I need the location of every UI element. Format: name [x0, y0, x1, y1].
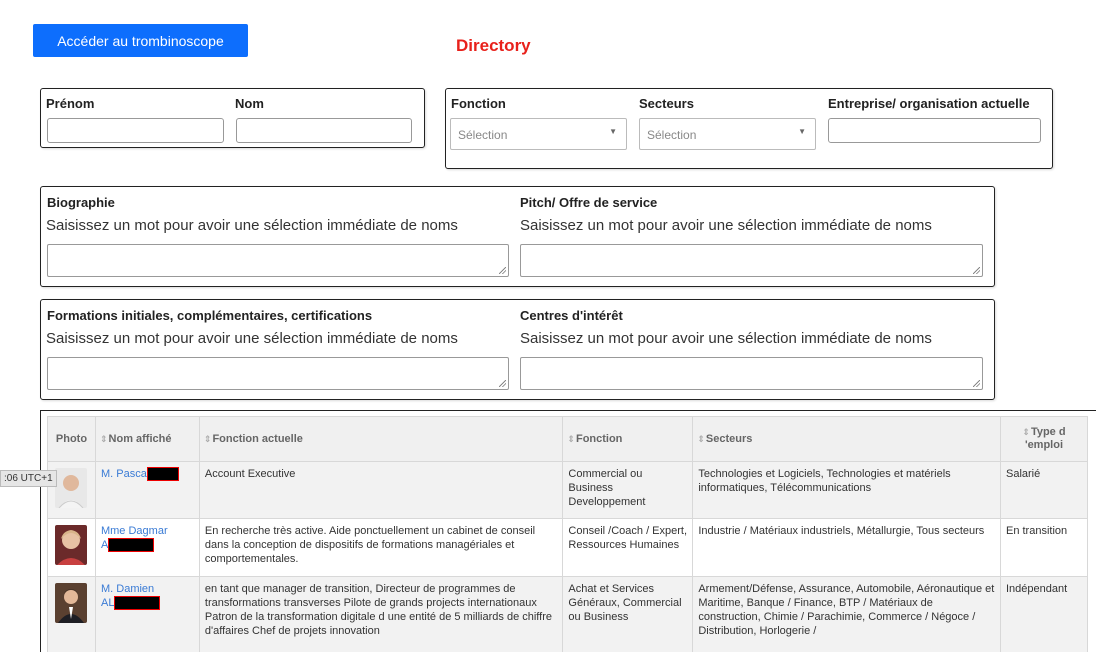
type-cell: Salarié	[999, 461, 1089, 519]
avatar[interactable]	[55, 468, 87, 509]
nom-input[interactable]	[236, 118, 412, 143]
name-link[interactable]: Mme Dagmar	[101, 525, 168, 537]
avatar[interactable]	[55, 583, 87, 623]
table-row[interactable]: M. Pasca Account Executive Commercial ou…	[47, 461, 1089, 519]
name-link-line2[interactable]: AL	[101, 597, 114, 609]
pitch-hint: Saisissez un mot pour avoir une sélectio…	[520, 217, 932, 234]
redaction-box	[114, 596, 161, 611]
secteurs-select[interactable]: Sélection ▼	[639, 118, 816, 150]
fonction-select-placeholder: Sélection	[458, 128, 508, 142]
redaction-box	[146, 467, 179, 482]
chevron-down-icon: ▼	[609, 127, 617, 136]
centres-label: Centres d'intérêt	[520, 308, 623, 323]
fonction-cell: Commercial ou Business Developpement	[562, 461, 694, 519]
col-header-fonction[interactable]: ⇕Fonction	[562, 416, 694, 462]
bio-filter-box: Biographie Pitch/ Offre de service Saisi…	[40, 186, 995, 287]
photo-cell	[47, 576, 96, 652]
sort-icon: ⇕	[99, 434, 108, 444]
prenom-label: Prénom	[46, 96, 95, 111]
name-link-line2[interactable]: A	[101, 539, 108, 551]
formations-textarea[interactable]	[47, 357, 509, 390]
secteurs-select-placeholder: Sélection	[647, 128, 697, 142]
col-header-secteurs[interactable]: ⇕Secteurs	[692, 416, 1001, 462]
name-cell[interactable]: M. Damien AL	[94, 576, 200, 652]
formations-label: Formations initiales, complémentaires, c…	[47, 308, 373, 323]
biographie-hint: Saisissez un mot pour avoir une sélectio…	[46, 217, 458, 234]
sort-icon: ⇕	[1022, 427, 1030, 437]
name-link[interactable]: M. Damien	[101, 583, 154, 595]
function-filter-box: Fonction Secteurs Entreprise/ organisati…	[445, 88, 1053, 169]
name-link[interactable]: M. Pasca	[101, 468, 147, 480]
photo-cell	[47, 518, 96, 577]
training-filter-box: Formations initiales, complémentaires, c…	[40, 299, 995, 400]
timestamp-tooltip: :06 UTC+1	[0, 470, 57, 487]
results-table: Photo ⇕Nom affiché ⇕Fonction actuelle ⇕F…	[47, 416, 1089, 652]
results-table-container: Photo ⇕Nom affiché ⇕Fonction actuelle ⇕F…	[40, 410, 1096, 652]
redaction-box	[108, 538, 155, 553]
biographie-label: Biographie	[47, 195, 115, 210]
fonction-cell: Conseil /Coach / Expert, Ressources Huma…	[562, 518, 694, 577]
fonction-actuelle-cell: Account Executive	[198, 461, 564, 519]
page-title: Directory	[456, 36, 531, 55]
fonction-label: Fonction	[451, 96, 506, 111]
table-row[interactable]: M. Damien AL en tant que manager de trans…	[47, 576, 1089, 652]
chevron-down-icon: ▼	[798, 127, 806, 136]
avatar[interactable]	[55, 525, 87, 565]
col-header-photo: Photo	[47, 416, 96, 462]
col-header-fonction-actuelle[interactable]: ⇕Fonction actuelle	[198, 416, 564, 462]
secteurs-label: Secteurs	[639, 96, 694, 111]
formations-hint: Saisissez un mot pour avoir une sélectio…	[46, 330, 458, 347]
secteurs-cell: Armement/Défense, Assurance, Automobile,…	[692, 576, 1001, 652]
col-header-type[interactable]: ⇕Type d 'emploi	[999, 416, 1089, 462]
pitch-textarea[interactable]	[520, 244, 983, 277]
col-header-nom[interactable]: ⇕Nom affiché	[94, 416, 200, 462]
sort-icon: ⇕	[567, 434, 575, 444]
entreprise-label: Entreprise/ organisation actuelle	[828, 96, 1030, 111]
fonction-cell: Achat et Services Généraux, Commercial o…	[562, 576, 694, 652]
prenom-input[interactable]	[47, 118, 224, 143]
type-cell: En transition	[999, 518, 1089, 577]
trombinoscope-button[interactable]: Accéder au trombinoscope	[33, 24, 248, 57]
fonction-actuelle-cell: En recherche très active. Aide ponctuell…	[198, 518, 564, 577]
table-header-row: Photo ⇕Nom affiché ⇕Fonction actuelle ⇕F…	[47, 416, 1089, 462]
centres-textarea[interactable]	[520, 357, 983, 390]
type-cell: Indépendant	[999, 576, 1089, 652]
fonction-actuelle-cell: en tant que manager de transition, Direc…	[198, 576, 564, 652]
sort-icon: ⇕	[697, 434, 705, 444]
nom-label: Nom	[235, 96, 264, 111]
pitch-label: Pitch/ Offre de service	[520, 195, 658, 210]
secteurs-cell: Technologies et Logiciels, Technologies …	[692, 461, 1001, 519]
table-row[interactable]: Mme Dagmar A En recherche très active. Ai…	[47, 518, 1089, 577]
name-filter-box: Prénom Nom	[40, 88, 425, 148]
fonction-select[interactable]: Sélection ▼	[450, 118, 627, 150]
entreprise-input[interactable]	[828, 118, 1041, 143]
secteurs-cell: Industrie / Matériaux industriels, Métal…	[692, 518, 1001, 577]
name-cell[interactable]: M. Pasca	[94, 461, 200, 519]
centres-hint: Saisissez un mot pour avoir une sélectio…	[520, 330, 932, 347]
sort-icon: ⇕	[203, 434, 212, 444]
name-cell[interactable]: Mme Dagmar A	[94, 518, 200, 577]
biographie-textarea[interactable]	[47, 244, 509, 277]
